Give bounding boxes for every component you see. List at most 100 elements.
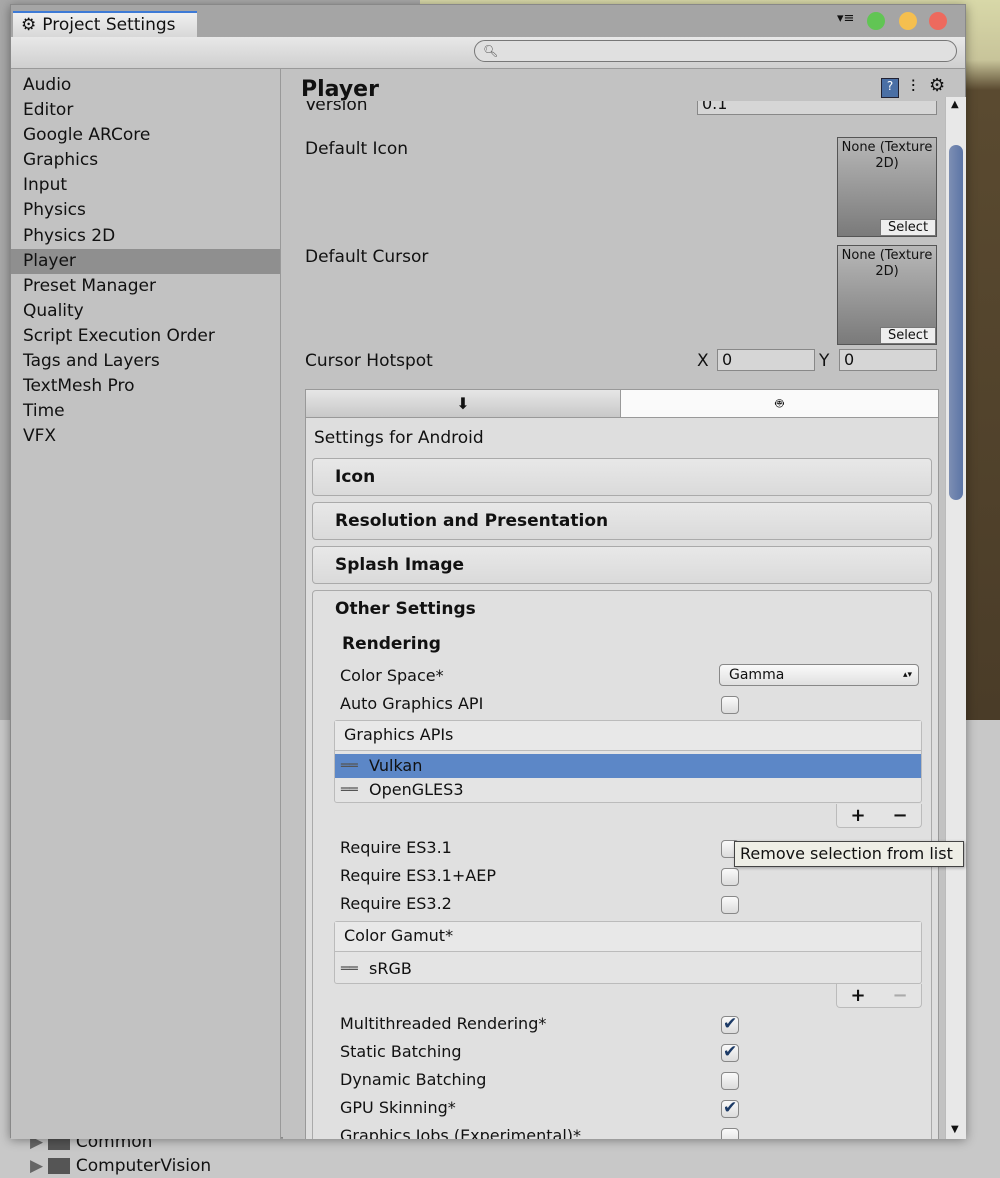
dynamic-batching-checkbox[interactable] — [721, 1072, 739, 1090]
list-item-vulkan[interactable]: ══ Vulkan — [335, 754, 921, 778]
sidebar-item-vfx[interactable]: VFX — [11, 424, 280, 449]
tooltip: Remove selection from list — [734, 841, 964, 867]
require-es31-aep-label: Require ES3.1+AEP — [340, 866, 496, 885]
scroll-down-icon[interactable]: ▼ — [951, 1124, 959, 1135]
hotspot-y-field[interactable]: 0 — [839, 349, 937, 371]
color-gamut-header: Color Gamut* — [335, 922, 921, 952]
multithreaded-rendering-label: Multithreaded Rendering* — [340, 1014, 547, 1033]
list-item-label: sRGB — [369, 959, 412, 978]
drag-handle-icon[interactable]: ══ — [341, 778, 359, 802]
folder-item[interactable]: ▶ ComputerVision — [30, 1154, 211, 1178]
graphics-jobs-checkbox[interactable] — [721, 1128, 739, 1139]
page-title: Player — [301, 77, 379, 102]
gpu-skinning-checkbox[interactable] — [721, 1098, 739, 1118]
list-item-opengles3[interactable]: ══ OpenGLES3 — [335, 778, 921, 802]
sidebar-item-script-execution-order[interactable]: Script Execution Order — [11, 324, 280, 349]
search-icon: 🔍︎ — [483, 44, 499, 58]
expand-arrow-icon: ▶ — [30, 1156, 49, 1176]
sidebar-item-preset-manager[interactable]: Preset Manager — [11, 274, 280, 299]
graphics-apis-header: Graphics APIs — [335, 721, 921, 751]
default-icon-select-button[interactable]: Select — [880, 219, 936, 236]
sidebar-item-editor[interactable]: Editor — [11, 98, 280, 123]
settings-gear-icon[interactable]: ⚙ — [929, 75, 945, 96]
preset-icon[interactable]: ⫶ — [911, 77, 915, 97]
sidebar-item-tags-and-layers[interactable]: Tags and Layers — [11, 349, 280, 374]
gpu-skinning-label: GPU Skinning* — [340, 1098, 456, 1117]
rendering-heading: Rendering — [342, 634, 441, 654]
tab-standalone[interactable]: ⬇ — [306, 390, 621, 418]
static-batching-label: Static Batching — [340, 1042, 462, 1061]
dropdown-arrows-icon: ▴▾ — [902, 670, 912, 680]
hotspot-x-field[interactable]: 0 — [717, 349, 815, 371]
color-space-label: Color Space* — [340, 666, 444, 685]
require-es32-checkbox[interactable] — [721, 896, 739, 914]
sidebar-item-player[interactable]: Player — [11, 248, 280, 274]
vertical-scrollbar[interactable]: ▲ ▼ — [945, 97, 966, 1139]
tab-android[interactable]: 🤖︎ — [621, 390, 938, 418]
sidebar-item-graphics[interactable]: Graphics — [11, 148, 280, 173]
window-tab-bar: ⚙ Project Settings ▾≡ — [11, 5, 965, 37]
sidebar-item-input[interactable]: Input — [11, 173, 280, 198]
player-header: Player ? ⫶ ⚙ — [283, 69, 945, 102]
color-gamut-footer: + − — [836, 984, 922, 1008]
cursor-hotspot-label: Cursor Hotspot — [305, 351, 433, 371]
gear-icon: ⚙ — [21, 15, 37, 35]
auto-graphics-api-label: Auto Graphics API — [340, 694, 484, 713]
drag-handle-icon[interactable]: ══ — [341, 754, 359, 778]
maximize-button[interactable] — [867, 12, 885, 30]
default-cursor-label: Default Cursor — [305, 247, 429, 267]
list-item-srgb[interactable]: ══ sRGB — [335, 955, 921, 983]
sidebar-item-quality[interactable]: Quality — [11, 299, 280, 324]
help-icon[interactable]: ? — [881, 78, 899, 98]
search-input[interactable]: 🔍︎ — [474, 40, 957, 62]
default-icon-label: Default Icon — [305, 139, 409, 159]
list-item-label: OpenGLES3 — [369, 780, 464, 799]
add-button[interactable]: + — [850, 985, 865, 1006]
static-batching-checkbox[interactable] — [721, 1042, 739, 1062]
sidebar-item-textmesh-pro[interactable]: TextMesh Pro — [11, 374, 280, 399]
multithreaded-rendering-checkbox[interactable] — [721, 1014, 739, 1034]
tab-menu-icon[interactable]: ▾≡ — [837, 11, 854, 26]
section-icon[interactable]: Icon — [312, 458, 932, 496]
tab-title: Project Settings — [42, 15, 176, 35]
android-icon: 🤖︎ — [775, 395, 784, 412]
section-other-settings-title[interactable]: Other Settings — [335, 599, 476, 619]
require-es31-label: Require ES3.1 — [340, 838, 452, 857]
section-splash-image[interactable]: Splash Image — [312, 546, 932, 584]
list-item-label: Vulkan — [369, 756, 423, 775]
close-button[interactable] — [929, 12, 947, 30]
scrollbar-thumb[interactable] — [949, 145, 963, 500]
color-space-dropdown[interactable]: Gamma ▴▾ — [719, 664, 919, 686]
section-resolution-presentation[interactable]: Resolution and Presentation — [312, 502, 932, 540]
color-space-value: Gamma — [729, 667, 785, 683]
settings-for-label: Settings for Android — [314, 428, 484, 448]
project-settings-window: ⚙ Project Settings ▾≡ 🔍︎ Audio Editor Go… — [10, 4, 966, 1139]
sidebar-item-physics-2d[interactable]: Physics 2D — [11, 224, 280, 249]
sidebar-item-physics[interactable]: Physics — [11, 198, 280, 223]
sidebar-item-google-arcore[interactable]: Google ARCore — [11, 123, 280, 148]
remove-button[interactable]: − — [892, 985, 907, 1006]
graphics-jobs-label: Graphics Jobs (Experimental)* — [340, 1126, 582, 1139]
folder-label: ComputerVision — [75, 1156, 212, 1176]
toolbar: 🔍︎ — [11, 37, 965, 69]
settings-sidebar: Audio Editor Google ARCore Graphics Inpu… — [11, 69, 281, 1139]
sidebar-item-audio[interactable]: Audio — [11, 73, 280, 98]
scroll-up-icon[interactable]: ▲ — [951, 99, 959, 110]
default-icon-field[interactable]: None (Texture 2D) Select — [837, 137, 937, 237]
default-cursor-field[interactable]: None (Texture 2D) Select — [837, 245, 937, 345]
require-es31-aep-checkbox[interactable] — [721, 868, 739, 886]
auto-graphics-api-checkbox[interactable] — [721, 696, 739, 714]
player-settings-content: Version 0.1 Player ? ⫶ ⚙ Default Icon No… — [283, 69, 945, 1139]
hotspot-x-label: X — [697, 351, 709, 371]
minimize-button[interactable] — [899, 12, 917, 30]
project-settings-tab[interactable]: ⚙ Project Settings — [13, 11, 197, 37]
default-cursor-select-button[interactable]: Select — [880, 327, 936, 344]
platform-settings-panel: ⬇ 🤖︎ Settings for Android Icon Resolutio… — [305, 389, 939, 1139]
graphics-apis-footer: + − — [836, 804, 922, 828]
remove-button[interactable]: − — [892, 805, 907, 826]
drag-handle-icon[interactable]: ══ — [341, 957, 359, 981]
sidebar-item-time[interactable]: Time — [11, 399, 280, 424]
graphics-apis-list: Graphics APIs ══ Vulkan ══ OpenGLES3 — [334, 720, 922, 803]
require-es32-label: Require ES3.2 — [340, 894, 452, 913]
add-button[interactable]: + — [850, 805, 865, 826]
